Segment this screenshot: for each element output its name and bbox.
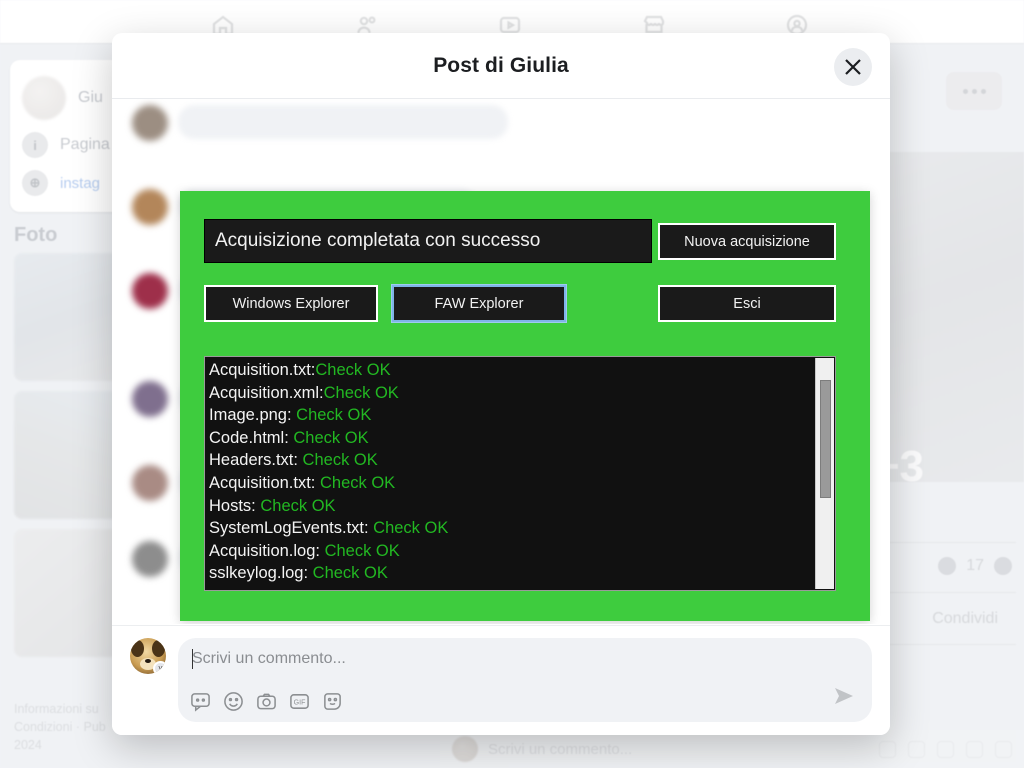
avatar: [132, 381, 168, 417]
log-line: Image.png: Check OK: [209, 404, 831, 427]
log-file-name: Acquisition.log:: [209, 541, 320, 560]
log-line: SystemLogEvents.txt: Check OK: [209, 517, 831, 540]
log-status: Check OK: [297, 451, 378, 470]
log-line-container: Acquisition.txt:Check OK Acquisition.xml:…: [209, 359, 831, 585]
log-line: Hosts: Check OK: [209, 495, 831, 518]
comment-composer: ˅ Scrivi un commento... GIF: [112, 625, 890, 735]
info-icon: i: [22, 132, 48, 158]
log-file-name: sslkeylog.log:: [209, 564, 309, 583]
comment-input[interactable]: Scrivi un commento... GIF: [178, 638, 872, 722]
send-icon[interactable]: [832, 684, 858, 710]
background-profile-name: Giu: [78, 89, 103, 106]
gif-icon[interactable]: [966, 740, 983, 758]
background-page-label: Pagina: [60, 136, 110, 153]
avatar: [132, 189, 168, 225]
log-file-name: Acquisition.txt:: [209, 361, 316, 379]
dot-icon: [971, 88, 977, 94]
log-status: Check OK: [368, 519, 449, 538]
modal-body: Ben David Malik ha risposto · 4 risposte…: [112, 99, 890, 624]
avatar: [22, 76, 66, 120]
background-comment-placeholder[interactable]: Scrivi un commento...: [488, 741, 869, 758]
log-file-name: SystemLogEvents.txt:: [209, 519, 369, 538]
vertical-scrollbar[interactable]: [815, 358, 834, 589]
avatar-detail: [131, 640, 144, 657]
log-line: Headers.txt: Check OK: [209, 449, 831, 472]
sticker-icon[interactable]: [879, 740, 896, 758]
dot-icon: [980, 88, 986, 94]
dot-icon: [962, 88, 968, 94]
emoji-icon[interactable]: [223, 691, 244, 712]
camera-icon[interactable]: [256, 691, 277, 712]
background-post-more-button[interactable]: [946, 72, 1002, 110]
sticker-icon[interactable]: [190, 691, 211, 712]
windows-explorer-button[interactable]: Windows Explorer: [204, 285, 378, 322]
avatar: [452, 736, 478, 762]
log-status: Check OK: [291, 406, 372, 425]
log-file-name: Hosts:: [209, 496, 256, 515]
log-line: Acquisition.txt:Check OK: [209, 359, 831, 382]
close-icon[interactable]: [834, 48, 872, 86]
background-footer-line-3: 2024: [14, 738, 42, 752]
new-acquisition-button[interactable]: Nuova acquisizione: [658, 223, 836, 260]
log-line: sslkeylog.log: Check OK: [209, 562, 831, 585]
avatar-detail: [152, 640, 165, 657]
chevron-down-icon[interactable]: ˅: [153, 661, 166, 674]
acquisition-status-field: Acquisizione completata con successo: [204, 219, 652, 263]
log-line: Acquisition.txt: Check OK: [209, 472, 831, 495]
background-bottom-composer: Scrivi un commento...: [440, 730, 1024, 768]
scrollbar-thumb[interactable]: [820, 380, 831, 498]
faw-acquisition-window: Acquisizione completata con successo Nuo…: [180, 191, 870, 621]
log-line: Code.html: Check OK: [209, 427, 831, 450]
svg-text:GIF: GIF: [294, 700, 306, 707]
log-line: Acquisition.xml:Check OK: [209, 382, 831, 405]
background-share-label[interactable]: Condividi: [932, 610, 998, 628]
log-file-name: Headers.txt:: [209, 451, 298, 470]
post-modal: Post di Giulia Acquisizione completata c…: [112, 33, 890, 735]
gif-icon[interactable]: GIF: [289, 691, 310, 712]
log-status: Check OK: [315, 473, 396, 492]
log-status: Check OK: [255, 496, 336, 515]
avatar-detail: [145, 659, 151, 663]
comment-input-placeholder: Scrivi un commento...: [192, 650, 346, 667]
avatar: [132, 105, 168, 141]
avatar-sticker-icon[interactable]: [995, 740, 1012, 758]
log-status: Check OK: [315, 361, 391, 379]
page-title: Post di Giulia: [433, 53, 569, 77]
list-item: [112, 99, 890, 141]
composer-icon-row: GIF: [190, 691, 343, 712]
log-status: Check OK: [319, 541, 400, 560]
acquisition-log-panel[interactable]: Acquisition.txt:Check OK Acquisition.xml:…: [204, 356, 836, 591]
background-website-link[interactable]: instag: [60, 175, 100, 192]
faw-explorer-button[interactable]: FAW Explorer: [391, 284, 567, 323]
comment-bubble: [178, 105, 508, 139]
share-icon: [994, 557, 1012, 575]
avatar: [132, 541, 168, 577]
background-comment-count: 17: [966, 557, 984, 574]
log-file-name: Acquisition.txt:: [209, 473, 316, 492]
emoji-icon[interactable]: [908, 740, 925, 758]
log-line: Acquisition.log: Check OK: [209, 540, 831, 563]
log-status: Check OK: [288, 428, 369, 447]
log-file-name: Acquisition.xml:: [209, 383, 324, 402]
log-file-name: Code.html:: [209, 428, 289, 447]
log-status: Check OK: [323, 383, 399, 402]
background-composer-icons: [879, 740, 1012, 758]
exit-button[interactable]: Esci: [658, 285, 836, 322]
log-status: Check OK: [308, 564, 388, 583]
avatar-sticker-icon[interactable]: [322, 691, 343, 712]
globe-icon: ⊕: [22, 170, 48, 196]
log-file-name: Image.png:: [209, 406, 292, 425]
avatar: [132, 465, 168, 501]
modal-header: Post di Giulia: [112, 33, 890, 99]
avatar[interactable]: ˅: [130, 638, 166, 674]
comment-icon: [938, 557, 957, 575]
camera-icon[interactable]: [937, 740, 954, 758]
text-caret: [192, 649, 193, 669]
avatar: [132, 273, 168, 309]
